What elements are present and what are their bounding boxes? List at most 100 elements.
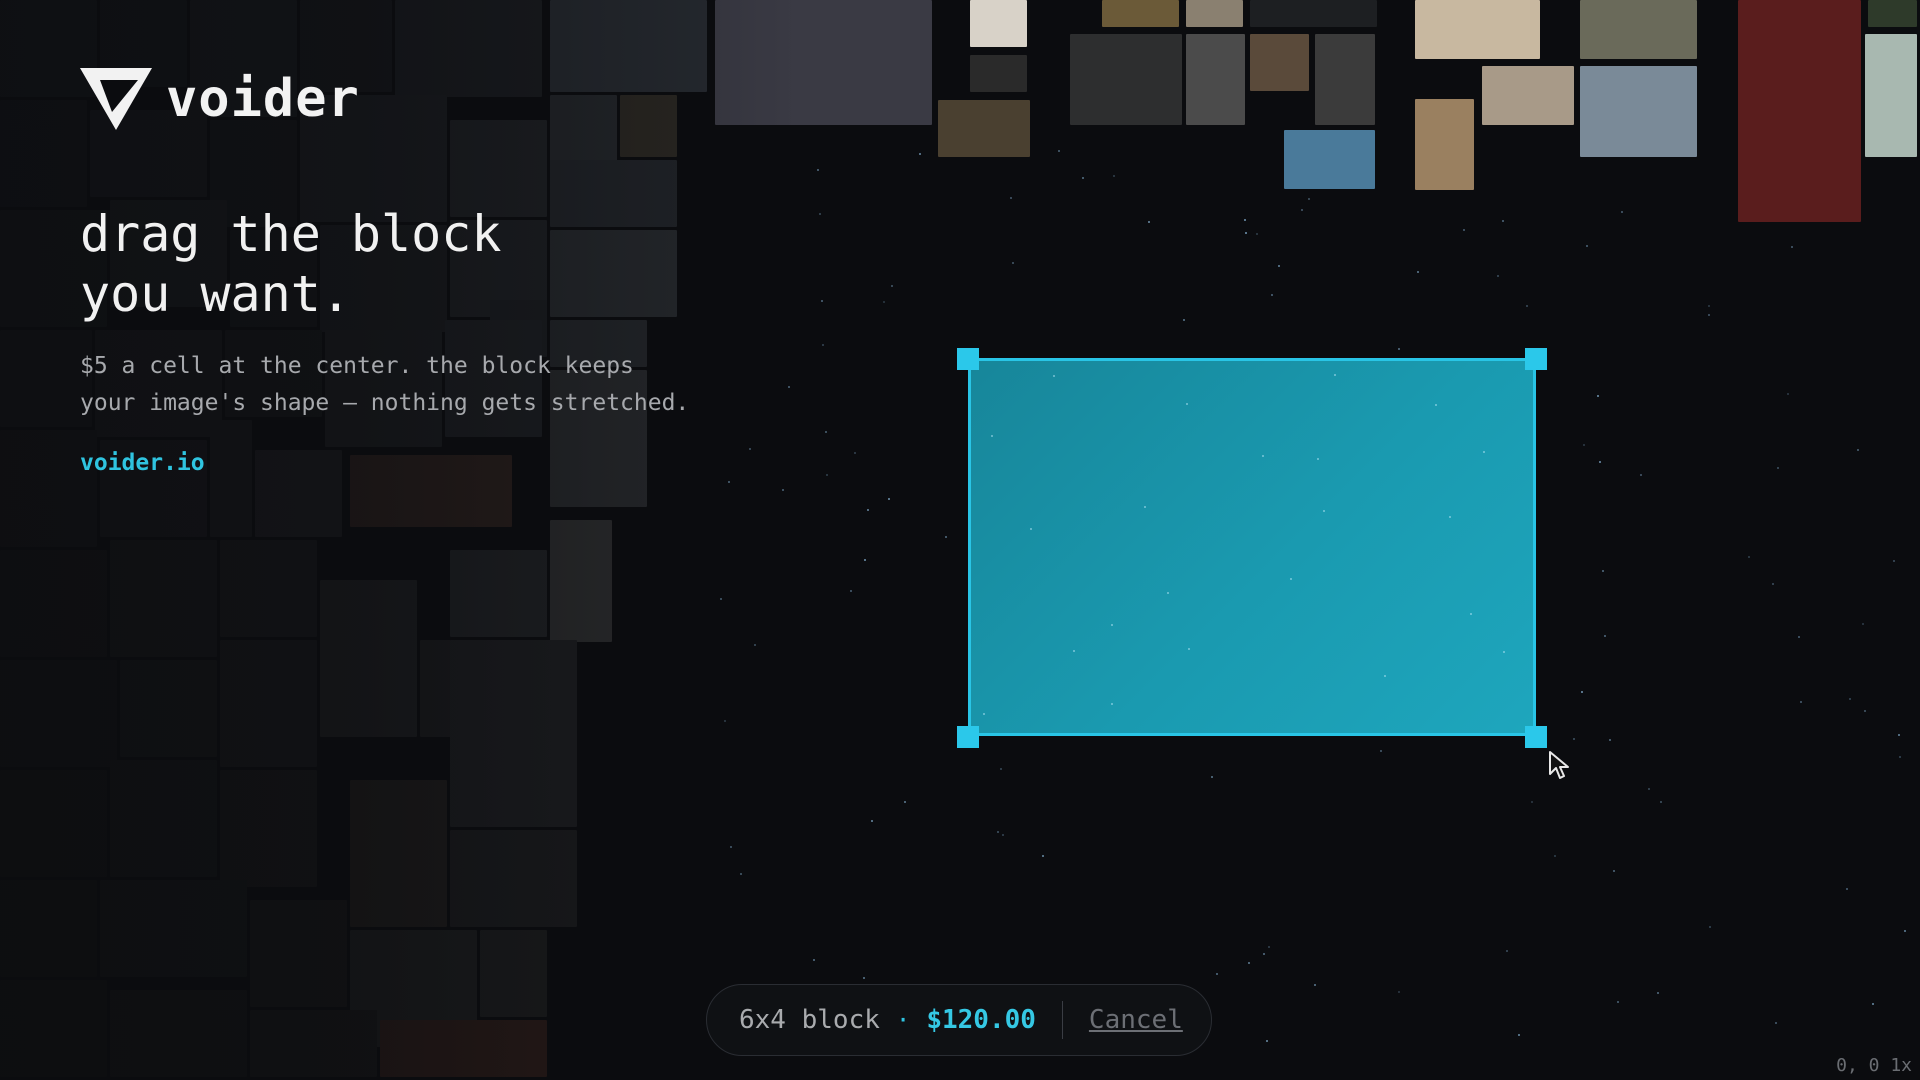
star <box>1639 473 1642 476</box>
page-headline: drag the block you want. <box>80 204 501 324</box>
triangle-v-logo-icon <box>80 68 152 130</box>
description-line-2: your image's shape — nothing gets stretc… <box>80 390 690 416</box>
star <box>1313 983 1316 986</box>
block-speck <box>1143 506 1146 509</box>
block-speck <box>1030 527 1033 530</box>
headline-line-2: you want. <box>80 265 351 323</box>
star <box>1525 305 1528 308</box>
star <box>1010 196 1013 199</box>
brand-name: voider <box>166 69 360 129</box>
star <box>1505 950 1508 953</box>
block-speck <box>1323 509 1326 512</box>
star <box>1113 175 1116 178</box>
brand-logo[interactable]: voider <box>80 68 360 130</box>
star <box>1602 569 1605 572</box>
star <box>822 343 825 346</box>
resize-handle-bottom-right[interactable] <box>1525 726 1547 748</box>
star <box>1554 854 1556 857</box>
star <box>849 589 852 592</box>
selection-block[interactable] <box>968 358 1536 736</box>
block-speck <box>1110 703 1113 706</box>
star <box>1898 734 1901 737</box>
block-speck <box>1167 591 1170 594</box>
block-speck <box>1053 375 1056 378</box>
star <box>825 430 828 433</box>
star <box>1057 150 1060 153</box>
star <box>817 169 820 172</box>
star <box>1660 801 1663 804</box>
star <box>1599 460 1602 463</box>
star <box>945 535 948 538</box>
block-speck <box>1435 403 1438 406</box>
cancel-button[interactable]: Cancel <box>1089 1005 1183 1035</box>
star <box>1265 1039 1268 1042</box>
block-speck <box>1317 457 1320 460</box>
star <box>1502 220 1505 223</box>
block-size-label: 6x4 block <box>739 1005 880 1035</box>
block-speck <box>1290 577 1293 580</box>
star <box>1586 244 1589 247</box>
star <box>1620 211 1623 214</box>
star <box>903 800 906 803</box>
star <box>888 497 891 500</box>
star <box>918 152 921 155</box>
block-speck <box>1470 612 1473 615</box>
block-speck <box>1449 515 1452 518</box>
block-speck <box>1483 451 1486 454</box>
star <box>997 830 1000 833</box>
star <box>1777 466 1780 469</box>
star <box>821 300 824 303</box>
star <box>1216 972 1219 975</box>
star <box>882 301 885 304</box>
star <box>1772 583 1775 586</box>
star <box>867 509 870 512</box>
block-price: $120.00 <box>926 1005 1036 1035</box>
star <box>1597 395 1600 398</box>
block-speck <box>1384 675 1387 678</box>
star <box>1582 444 1585 447</box>
star <box>1462 229 1465 232</box>
star <box>863 558 866 561</box>
star <box>1182 319 1185 322</box>
star <box>818 212 821 215</box>
star <box>1307 197 1310 200</box>
star <box>1081 177 1084 180</box>
block-speck <box>1334 373 1337 376</box>
star <box>1243 219 1246 222</box>
star <box>863 977 866 980</box>
star <box>1581 691 1584 694</box>
star <box>1210 776 1213 779</box>
star <box>1617 1000 1620 1003</box>
star <box>1496 275 1499 278</box>
star <box>871 820 874 823</box>
star <box>1041 855 1044 858</box>
block-speck <box>1502 650 1505 653</box>
star <box>1244 232 1247 235</box>
star <box>1856 448 1859 451</box>
star <box>1791 246 1794 249</box>
star <box>891 285 894 288</box>
star <box>1849 697 1852 700</box>
description-line-1: $5 a cell at the center. the block keeps <box>80 353 634 379</box>
site-link[interactable]: voider.io <box>80 450 205 476</box>
block-speck <box>1110 623 1113 626</box>
resize-handle-top-left[interactable] <box>957 348 979 370</box>
resize-handle-top-right[interactable] <box>1525 348 1547 370</box>
star <box>1845 888 1848 891</box>
block-speck <box>990 434 993 437</box>
star <box>1775 1022 1778 1025</box>
star <box>1301 208 1304 211</box>
divider <box>1061 1001 1063 1039</box>
star <box>1892 560 1895 562</box>
headline-line-1: drag the block <box>80 205 502 263</box>
pointer-arrow-icon <box>1549 751 1569 779</box>
star <box>1262 952 1265 955</box>
block-speck <box>983 713 986 716</box>
star <box>1270 294 1273 297</box>
star <box>854 451 857 454</box>
star <box>1656 991 1659 994</box>
star <box>1707 314 1710 317</box>
star <box>1517 1033 1520 1036</box>
resize-handle-bottom-left[interactable] <box>957 726 979 748</box>
star <box>1011 262 1014 265</box>
